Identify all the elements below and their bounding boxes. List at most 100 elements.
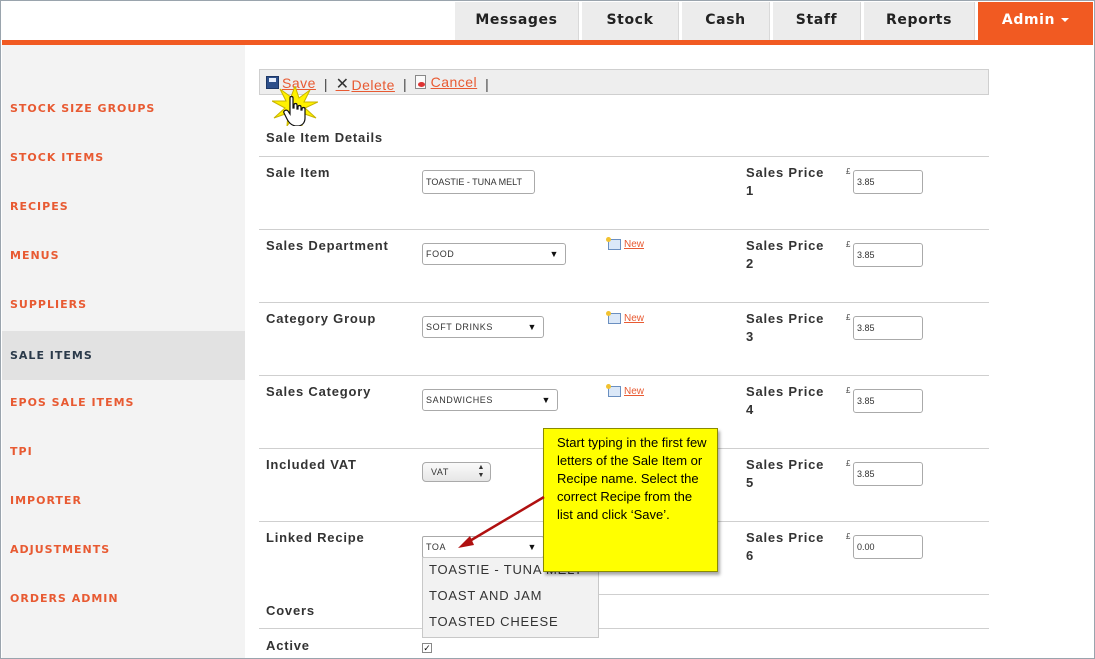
sidebar-item-orders-admin[interactable]: ORDERS ADMIN: [2, 574, 245, 623]
tab-admin[interactable]: Admin: [978, 2, 1093, 40]
sidebar-item-label: STOCK ITEMS: [10, 151, 105, 164]
sales-department-select[interactable]: FOOD ▼: [422, 243, 566, 265]
cancel-label: Cancel: [430, 74, 478, 90]
active-checkbox[interactable]: ✓: [422, 643, 432, 653]
currency-symbol: £: [846, 532, 851, 541]
tab-stock[interactable]: Stock: [582, 2, 679, 40]
sales-price-4-label: Sales Price 4: [746, 384, 825, 417]
currency-symbol: £: [846, 240, 851, 249]
sales-price-5-label: Sales Price 5: [746, 457, 825, 490]
linked-recipe-combobox[interactable]: TOA ▼: [422, 536, 544, 558]
new-label: New: [624, 239, 645, 250]
delete-x-icon: ✕: [335, 76, 350, 93]
sales-price-1-input[interactable]: [853, 170, 923, 194]
new-item-icon: [606, 384, 621, 397]
new-label: New: [624, 313, 645, 324]
recipe-option[interactable]: TOAST AND JAM: [429, 588, 542, 603]
sales-price-2-label: Sales Price 2: [746, 238, 825, 271]
new-category-group-link[interactable]: New: [606, 311, 645, 324]
sales-price-4-input[interactable]: [853, 389, 923, 413]
sidebar: STOCK SIZE GROUPS STOCK ITEMS RECIPES ME…: [2, 45, 245, 659]
sidebar-item-label: EPOS SALE ITEMS: [10, 396, 135, 409]
new-sales-department-link[interactable]: New: [606, 237, 645, 250]
row-divider: [259, 156, 989, 157]
toolbar-separator: |: [323, 76, 328, 92]
sales-price-6-input[interactable]: [853, 535, 923, 559]
row-divider: [599, 594, 989, 595]
sales-price-3-label: Sales Price 3: [746, 311, 825, 344]
sidebar-item-suppliers[interactable]: SUPPLIERS: [2, 280, 245, 329]
covers-label: Covers: [266, 603, 315, 618]
tab-label: Stock: [606, 12, 654, 28]
sidebar-item-stock-items[interactable]: STOCK ITEMS: [2, 133, 245, 182]
sidebar-item-sale-items[interactable]: SALE ITEMS: [2, 331, 245, 380]
currency-symbol: £: [846, 167, 851, 176]
callout-text: Start typing in the first few letters of…: [557, 435, 707, 522]
sidebar-item-label: ADJUSTMENTS: [10, 543, 111, 556]
sidebar-item-recipes[interactable]: RECIPES: [2, 182, 245, 231]
select-value: SOFT DRINKS: [426, 322, 493, 332]
sidebar-item-epos-sale-items[interactable]: EPOS SALE ITEMS: [2, 378, 245, 427]
sidebar-item-label: IMPORTER: [10, 494, 82, 507]
included-vat-select[interactable]: VAT ▲ ▼: [422, 462, 491, 482]
row-divider: [259, 302, 989, 303]
tab-reports[interactable]: Reports: [864, 2, 975, 40]
sale-item-input[interactable]: [422, 170, 535, 194]
category-group-select[interactable]: SOFT DRINKS ▼: [422, 316, 544, 338]
instruction-callout: Start typing in the first few letters of…: [543, 428, 718, 572]
new-item-icon: [606, 311, 621, 324]
linked-recipe-label: Linked Recipe: [266, 530, 365, 545]
sidebar-item-label: RECIPES: [10, 200, 69, 213]
sales-category-select[interactable]: SANDWICHES ▼: [422, 389, 558, 411]
sales-department-label: Sales Department: [266, 238, 389, 253]
sidebar-item-stock-size-groups[interactable]: STOCK SIZE GROUPS: [2, 84, 245, 133]
sales-category-label: Sales Category: [266, 384, 372, 399]
select-value: VAT: [431, 467, 449, 477]
cancel-button[interactable]: Cancel: [414, 70, 478, 94]
stepper-arrows-icon: ▲ ▼: [477, 464, 485, 479]
toolbar-separator: |: [485, 76, 489, 92]
sales-price-3-input[interactable]: [853, 316, 923, 340]
top-navigation: Messages Stock Cash Staff Reports Admin: [0, 0, 1095, 44]
sidebar-item-tpi[interactable]: TPI: [2, 427, 245, 476]
sidebar-item-label: TPI: [10, 445, 33, 458]
category-group-label: Category Group: [266, 311, 377, 326]
tab-cash[interactable]: Cash: [682, 2, 770, 40]
sidebar-item-menus[interactable]: MENUS: [2, 231, 245, 280]
new-sales-category-link[interactable]: New: [606, 384, 645, 397]
tab-messages[interactable]: Messages: [455, 2, 579, 40]
click-starburst-icon: [272, 86, 318, 126]
currency-symbol: £: [846, 386, 851, 395]
currency-symbol: £: [846, 313, 851, 322]
row-divider: [259, 375, 989, 376]
new-label: New: [624, 386, 645, 397]
dropdown-arrow-icon: ▼: [527, 542, 537, 552]
currency-symbol: £: [846, 459, 851, 468]
dropdown-arrow-icon: ▼: [549, 249, 559, 259]
recipe-option[interactable]: TOASTED CHEESE: [429, 614, 558, 629]
sidebar-item-label: MENUS: [10, 249, 60, 262]
select-value: SANDWICHES: [426, 395, 494, 405]
dropdown-arrow-icon: ▼: [541, 395, 551, 405]
sidebar-item-label: ORDERS ADMIN: [10, 592, 119, 605]
new-item-icon: [606, 237, 621, 250]
caret-down-icon: [1061, 18, 1070, 22]
sales-price-1-label: Sales Price 1: [746, 165, 825, 198]
tab-staff[interactable]: Staff: [773, 2, 861, 40]
section-title: Sale Item Details: [266, 130, 383, 145]
action-toolbar: Save | ✕ Delete | Cancel |: [259, 69, 989, 95]
sidebar-item-adjustments[interactable]: ADJUSTMENTS: [2, 525, 245, 574]
sidebar-item-label: SUPPLIERS: [10, 298, 87, 311]
sales-price-5-input[interactable]: [853, 462, 923, 486]
tab-label: Admin: [1001, 12, 1056, 28]
sales-price-2-input[interactable]: [853, 243, 923, 267]
tab-label: Cash: [705, 12, 746, 28]
sidebar-item-importer[interactable]: IMPORTER: [2, 476, 245, 525]
row-divider: [259, 229, 989, 230]
dropdown-arrow-icon: ▼: [527, 322, 537, 332]
delete-button[interactable]: ✕ Delete: [336, 73, 395, 97]
row-divider: [259, 628, 989, 629]
tab-label: Reports: [885, 12, 953, 28]
included-vat-label: Included VAT: [266, 457, 357, 472]
toolbar-separator: |: [402, 76, 407, 92]
